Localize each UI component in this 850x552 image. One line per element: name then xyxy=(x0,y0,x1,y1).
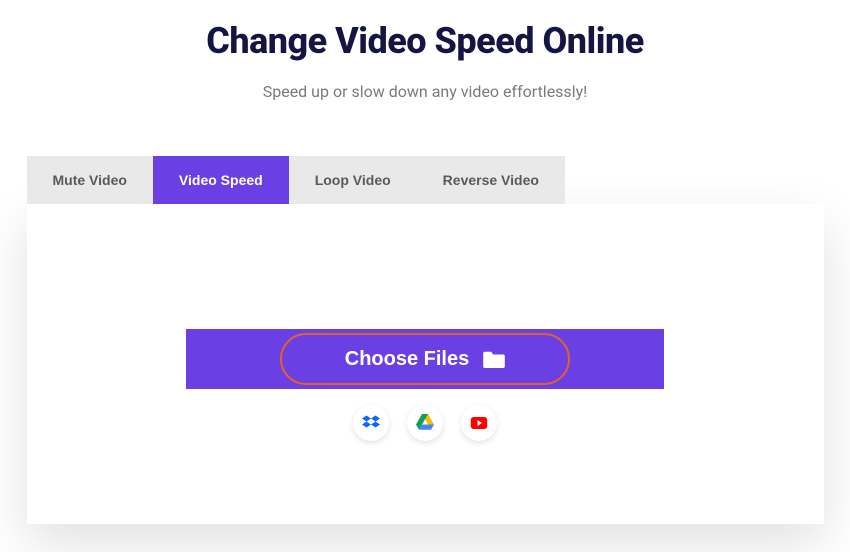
tab-mute-video[interactable]: Mute Video xyxy=(27,156,153,204)
tab-reverse-video[interactable]: Reverse Video xyxy=(417,156,565,204)
source-google-drive-button[interactable] xyxy=(407,405,443,441)
source-dropbox-button[interactable] xyxy=(353,405,389,441)
tab-loop-video[interactable]: Loop Video xyxy=(289,156,417,204)
choose-files-button[interactable]: Choose Files xyxy=(186,329,664,389)
source-buttons xyxy=(353,405,497,441)
folder-icon xyxy=(483,350,505,368)
dropbox-icon xyxy=(362,414,380,432)
page-subtitle: Speed up or slow down any video effortle… xyxy=(0,82,850,101)
tab-video-speed[interactable]: Video Speed xyxy=(153,156,289,204)
tool-tabs: Mute Video Video Speed Loop Video Revers… xyxy=(27,156,547,204)
google-drive-icon xyxy=(416,414,434,432)
upload-panel: Choose Files xyxy=(27,204,824,524)
page-title: Change Video Speed Online xyxy=(0,20,850,62)
choose-files-wrapper: Choose Files xyxy=(186,329,664,389)
youtube-icon xyxy=(470,414,488,432)
source-youtube-button[interactable] xyxy=(461,405,497,441)
choose-files-label: Choose Files xyxy=(345,348,469,371)
